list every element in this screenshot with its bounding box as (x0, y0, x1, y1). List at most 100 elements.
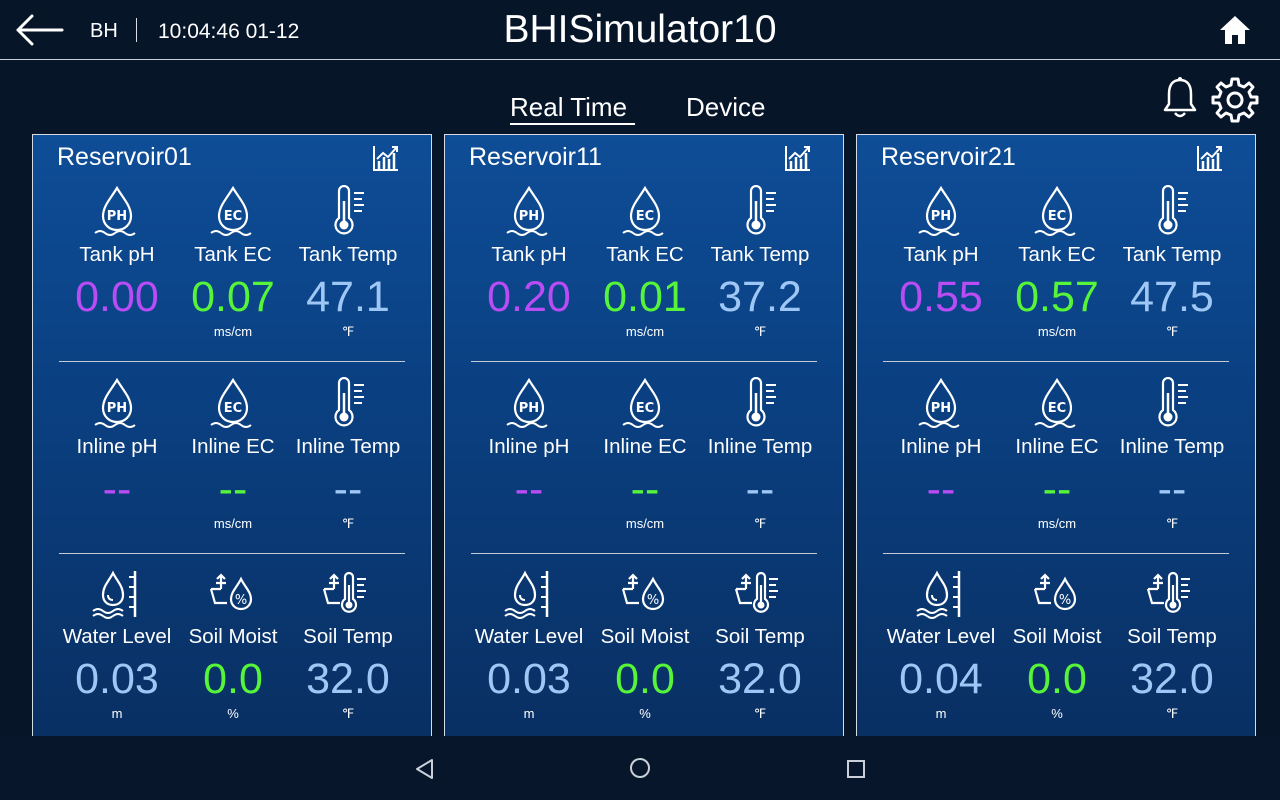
reservoir-name: Reservoir11 (469, 143, 602, 171)
bell-icon[interactable] (1161, 76, 1199, 120)
soil-temp-cell: Soil Temp 32.0 ℉ (1114, 567, 1230, 722)
tab-real-time[interactable]: Real Time (510, 92, 627, 123)
metric-label: Inline EC (191, 435, 275, 458)
ec-drop-icon: EC (207, 377, 259, 429)
metric-unit (883, 324, 999, 339)
section-divider (883, 361, 1229, 362)
metric-label: Inline pH (900, 435, 982, 458)
inline-ec-cell: EC Inline EC -- ms/cm (587, 377, 703, 531)
metric-value: -- (745, 465, 775, 513)
nav-home-icon[interactable] (629, 757, 651, 779)
header-divider (136, 18, 137, 42)
metric-unit: ℉ (341, 516, 355, 531)
metric-unit: ms/cm (1037, 516, 1077, 531)
metric-value: 47.1 (306, 273, 390, 321)
metric-value: -- (1042, 465, 1072, 513)
gear-icon[interactable] (1211, 75, 1259, 123)
tank-ph-cell: PH Tank pH 0.00 (59, 185, 175, 339)
metric-value: -- (926, 465, 956, 513)
nav-back-icon[interactable] (414, 758, 436, 780)
metric-unit: % (639, 706, 651, 721)
metric-label: Soil Moist (1012, 625, 1102, 648)
reservoir-card[interactable]: Reservoir01 PH Tank pH 0.00 EC Tank EC 0.07 ms/… (32, 134, 432, 748)
metric-label: Soil Moist (600, 625, 690, 648)
thermometer-icon (1146, 185, 1198, 237)
reservoir-name: Reservoir01 (57, 143, 192, 171)
home-icon[interactable] (1218, 14, 1252, 46)
metric-value: 0.01 (603, 273, 687, 321)
svg-text:EC: EC (224, 209, 242, 224)
thermometer-icon (322, 377, 374, 429)
soil-temp-cell: Soil Temp 32.0 ℉ (290, 567, 406, 722)
trend-chart-icon[interactable] (1195, 143, 1225, 173)
ec-drop-icon: EC (619, 377, 671, 429)
svg-text:PH: PH (931, 401, 951, 416)
ec-drop-icon: EC (1031, 377, 1083, 429)
metric-label: Tank Temp (710, 243, 810, 266)
metric-unit (471, 516, 587, 531)
metric-unit: ms/cm (625, 516, 665, 531)
reservoir-card[interactable]: Reservoir21 PH Tank pH 0.55 EC Tank EC 0.57 ms/… (856, 134, 1256, 748)
nav-recents-icon[interactable] (846, 759, 866, 779)
svg-text:PH: PH (519, 401, 539, 416)
metric-value: 32.0 (718, 655, 802, 703)
system-nav-bar (0, 736, 1280, 800)
metric-value: -- (514, 465, 544, 513)
svg-text:EC: EC (1048, 209, 1066, 224)
metric-unit: m (935, 706, 947, 721)
thermometer-icon (322, 185, 374, 237)
thermometer-icon (734, 185, 786, 237)
metric-label: Inline Temp (1119, 435, 1225, 458)
tank-ph-cell: PH Tank pH 0.55 (883, 185, 999, 339)
page-title: BHISimulator10 (503, 8, 777, 51)
soil-moisture-icon (1031, 567, 1083, 619)
tank-ec-cell: EC Tank EC 0.57 ms/cm (999, 185, 1115, 339)
metric-label: Inline EC (1015, 435, 1099, 458)
metric-unit: ℉ (753, 706, 767, 721)
metric-unit: m (523, 706, 535, 721)
soil-water-cell: Water Level 0.03 m (59, 567, 175, 721)
metric-label: Soil Temp (303, 625, 393, 648)
metric-unit: % (227, 706, 239, 721)
tab-device[interactable]: Device (686, 92, 765, 123)
metric-unit: ℉ (1165, 706, 1179, 721)
metric-value: -- (333, 465, 363, 513)
inline-ec-cell: EC Inline EC -- ms/cm (175, 377, 291, 531)
metric-unit: ms/cm (213, 516, 253, 531)
inline-temp-cell: Inline Temp -- ℉ (290, 377, 406, 532)
ph-drop-icon: PH (91, 377, 143, 429)
metric-label: Water Level (886, 625, 996, 648)
metric-value: -- (630, 465, 660, 513)
reservoir-card[interactable]: Reservoir11 PH Tank pH 0.20 EC Tank EC 0.01 ms/… (444, 134, 844, 748)
inline-temp-cell: Inline Temp -- ℉ (1114, 377, 1230, 532)
back-arrow-icon[interactable] (14, 12, 64, 48)
metric-unit: ℉ (1165, 324, 1179, 339)
water-level-icon (503, 567, 555, 619)
ph-drop-icon: PH (915, 185, 967, 237)
water-level-icon (91, 567, 143, 619)
metric-unit: ℉ (341, 324, 355, 339)
metric-unit: m (111, 706, 123, 721)
metric-label: Inline Temp (295, 435, 401, 458)
reservoir-name: Reservoir21 (881, 143, 1016, 171)
metric-value: -- (218, 465, 248, 513)
metric-label: Water Level (62, 625, 172, 648)
section-divider (883, 553, 1229, 554)
metric-unit (59, 516, 175, 531)
trend-chart-icon[interactable] (371, 143, 401, 173)
tank-temp-cell: Tank Temp 37.2 ℉ (702, 185, 818, 340)
metric-value: -- (1157, 465, 1187, 513)
metric-label: Soil Moist (188, 625, 278, 648)
metric-unit: ms/cm (625, 324, 665, 339)
soil-temp-cell: Soil Temp 32.0 ℉ (702, 567, 818, 722)
metric-label: Soil Temp (715, 625, 805, 648)
metric-value: 0.55 (899, 273, 983, 321)
metric-value: 0.04 (899, 655, 983, 703)
tank-ec-cell: EC Tank EC 0.01 ms/cm (587, 185, 703, 339)
user-label: BH (90, 20, 118, 42)
app-header: BH 10:04:46 01-12 BHISimulator10 (0, 0, 1280, 60)
svg-text:PH: PH (931, 209, 951, 224)
trend-chart-icon[interactable] (783, 143, 813, 173)
metric-unit: ℉ (753, 516, 767, 531)
ph-drop-icon: PH (503, 377, 555, 429)
